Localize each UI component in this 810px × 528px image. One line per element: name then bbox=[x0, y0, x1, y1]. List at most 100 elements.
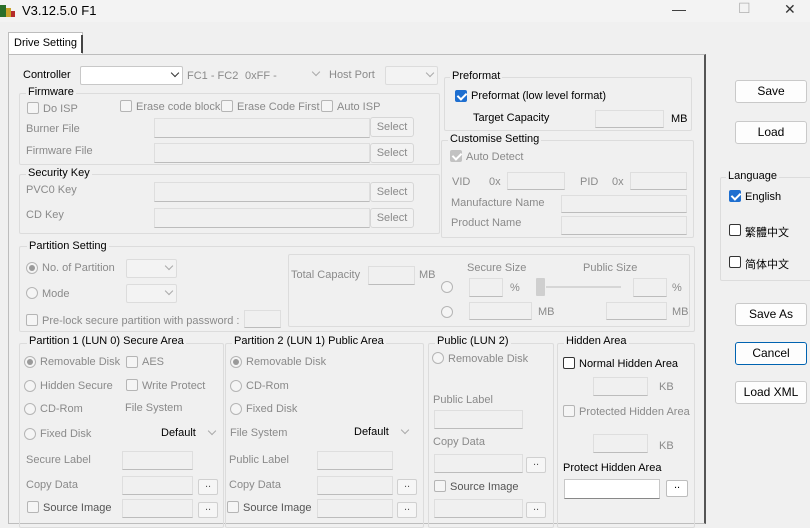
p1-write-protect-label: Write Protect bbox=[142, 380, 206, 392]
public-lun2-title: Public (LUN 2) bbox=[435, 335, 511, 347]
protect-hidden-area-browse-button[interactable]: .. bbox=[666, 480, 688, 497]
prelock-checkbox[interactable] bbox=[26, 314, 38, 326]
prelock-password-input[interactable] bbox=[244, 310, 281, 328]
total-capacity-input[interactable] bbox=[368, 266, 415, 285]
lun2-copy-data-browse-button[interactable]: .. bbox=[526, 457, 546, 473]
minimize-button[interactable]: — bbox=[672, 1, 686, 17]
secure-pct-input[interactable] bbox=[469, 278, 503, 297]
pvc0-key-input[interactable] bbox=[154, 182, 370, 202]
cd-key-label: CD Key bbox=[26, 209, 64, 221]
host-port-select[interactable] bbox=[385, 66, 438, 85]
mode-select[interactable] bbox=[126, 284, 177, 303]
p1-copy-data-browse-button[interactable]: .. bbox=[198, 479, 218, 495]
lun2-source-image-checkbox[interactable] bbox=[434, 480, 446, 492]
lun2-source-image-browse-button[interactable]: .. bbox=[526, 502, 546, 518]
lun2-removable-radio[interactable] bbox=[432, 352, 444, 364]
p2-removable-radio[interactable] bbox=[230, 356, 242, 368]
p1-secure-label-input[interactable] bbox=[122, 451, 193, 470]
p1-fixed-disk-label: Fixed Disk bbox=[40, 428, 92, 440]
manufacture-name-input[interactable] bbox=[561, 195, 687, 213]
p2-source-image-input[interactable] bbox=[317, 499, 393, 518]
close-button[interactable]: ✕ bbox=[784, 1, 796, 18]
save-as-button[interactable]: Save As bbox=[735, 303, 807, 326]
pid-input[interactable] bbox=[630, 172, 687, 190]
erase-code-first-label: Erase Code First bbox=[237, 101, 320, 113]
protected-hidden-size-input[interactable] bbox=[593, 434, 648, 453]
p1-cdrom-label: CD-Rom bbox=[40, 403, 83, 415]
pvc0-key-select-button[interactable]: Select bbox=[370, 182, 414, 202]
cd-key-input[interactable] bbox=[154, 208, 370, 228]
p1-write-protect-checkbox[interactable] bbox=[126, 379, 138, 391]
simplified-chinese-label: 简体中文 bbox=[745, 259, 789, 271]
english-checkbox[interactable] bbox=[729, 190, 741, 202]
burner-file-select-button[interactable]: Select bbox=[370, 117, 414, 137]
lun2-copy-data-input[interactable] bbox=[434, 454, 523, 473]
no-of-partition-select[interactable] bbox=[126, 259, 177, 278]
manufacture-name-label: Manufacture Name bbox=[451, 197, 545, 209]
lun2-source-image-input[interactable] bbox=[434, 499, 523, 518]
p2-file-system-select[interactable]: Default bbox=[350, 424, 412, 443]
p1-copy-data-input[interactable] bbox=[122, 476, 193, 495]
p1-removable-radio[interactable] bbox=[24, 356, 36, 368]
protect-hidden-area-input[interactable] bbox=[564, 479, 660, 499]
p1-source-image-input[interactable] bbox=[122, 499, 193, 518]
secure-mb-input[interactable] bbox=[469, 302, 532, 320]
traditional-chinese-checkbox[interactable] bbox=[729, 224, 741, 236]
load-xml-button[interactable]: Load XML bbox=[735, 381, 807, 404]
auto-isp-checkbox[interactable] bbox=[321, 100, 333, 112]
p2-fixed-disk-label: Fixed Disk bbox=[246, 403, 298, 415]
firmware-file-select-button[interactable]: Select bbox=[370, 143, 414, 163]
fc-select[interactable] bbox=[279, 66, 323, 85]
do-isp-checkbox[interactable] bbox=[27, 102, 39, 114]
p2-copy-data-input[interactable] bbox=[317, 476, 393, 495]
normal-hidden-area-checkbox[interactable] bbox=[563, 357, 575, 369]
partition1-title: Partition 1 (LUN 0) Secure Area bbox=[27, 335, 186, 347]
secure-size-mb-radio[interactable] bbox=[441, 306, 453, 318]
preformat-checkbox[interactable] bbox=[455, 90, 467, 102]
controller-select[interactable] bbox=[80, 66, 183, 85]
p1-cdrom-radio[interactable] bbox=[24, 403, 36, 415]
cd-key-select-button[interactable]: Select bbox=[370, 208, 414, 228]
erase-code-block-checkbox[interactable] bbox=[120, 100, 132, 112]
p2-removable-label: Removable Disk bbox=[246, 356, 327, 368]
p1-aes-label: AES bbox=[142, 356, 165, 368]
secure-size-pct-radio[interactable] bbox=[441, 281, 453, 293]
p2-source-image-browse-button[interactable]: .. bbox=[397, 502, 417, 518]
no-of-partition-radio[interactable] bbox=[26, 262, 38, 274]
load-button[interactable]: Load bbox=[735, 121, 807, 144]
p2-source-image-checkbox[interactable] bbox=[227, 501, 239, 513]
p1-source-image-checkbox[interactable] bbox=[27, 501, 39, 513]
product-name-input[interactable] bbox=[561, 216, 687, 235]
firmware-file-input[interactable] bbox=[154, 143, 370, 163]
p1-fs-value: Default bbox=[161, 427, 196, 439]
mode-radio[interactable] bbox=[26, 287, 38, 299]
vid-input[interactable] bbox=[507, 172, 565, 190]
p2-public-label-input[interactable] bbox=[317, 451, 393, 470]
erase-code-first-checkbox[interactable] bbox=[221, 100, 233, 112]
burner-file-input[interactable] bbox=[154, 118, 370, 138]
simplified-chinese-checkbox[interactable] bbox=[729, 256, 741, 268]
save-button[interactable]: Save bbox=[735, 80, 807, 103]
p1-fixed-disk-radio[interactable] bbox=[24, 428, 36, 440]
cancel-button[interactable]: Cancel bbox=[735, 342, 807, 365]
target-capacity-input[interactable] bbox=[595, 110, 664, 128]
normal-hidden-size-input[interactable] bbox=[593, 377, 648, 396]
auto-detect-checkbox[interactable] bbox=[450, 150, 462, 162]
tab-drive-setting[interactable]: Drive Setting bbox=[8, 32, 83, 54]
p2-cdrom-radio[interactable] bbox=[230, 380, 242, 392]
total-capacity-label: Total Capacity bbox=[291, 269, 361, 281]
public-mb-input[interactable] bbox=[606, 302, 667, 320]
p1-file-system-select[interactable]: Default bbox=[157, 425, 219, 444]
p2-copy-data-label: Copy Data bbox=[229, 479, 281, 491]
mode-label: Mode bbox=[42, 288, 70, 300]
maximize-button[interactable]: ☐ bbox=[738, 0, 751, 17]
p2-fixed-disk-radio[interactable] bbox=[230, 403, 242, 415]
protected-hidden-area-checkbox[interactable] bbox=[563, 405, 575, 417]
p2-copy-data-browse-button[interactable]: .. bbox=[397, 479, 417, 495]
p1-aes-checkbox[interactable] bbox=[126, 356, 138, 368]
public-pct-input[interactable] bbox=[633, 278, 667, 297]
size-slider-thumb[interactable] bbox=[536, 278, 545, 296]
lun2-public-label-input[interactable] bbox=[434, 410, 523, 429]
p1-hidden-secure-radio[interactable] bbox=[24, 380, 36, 392]
p1-source-image-browse-button[interactable]: .. bbox=[198, 502, 218, 518]
